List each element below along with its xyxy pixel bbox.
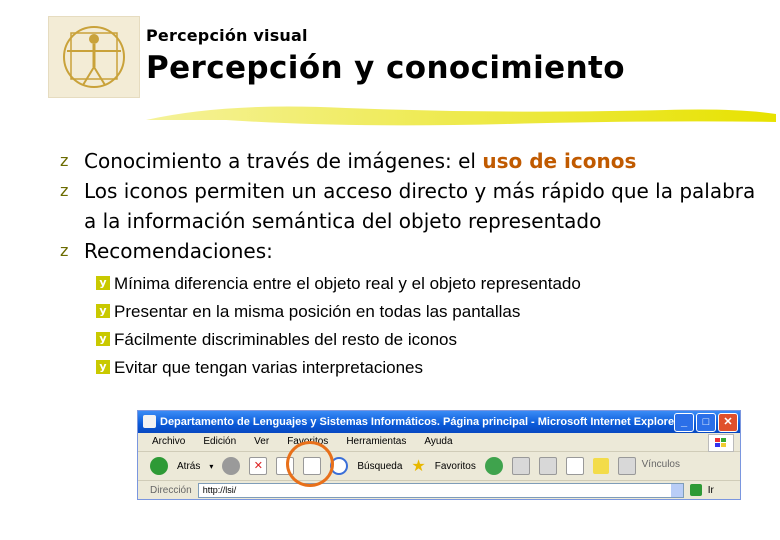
browser-screenshot: Departamento de Lenguajes y Sistemas Inf…	[137, 410, 741, 500]
browser-toolbar: Atrás ▾ ✕ Búsqueda ★ Favoritos Vínculos	[138, 452, 740, 481]
sub-bullet-marker: y	[96, 304, 110, 318]
browser-menu-bar: Archivo Edición Ver Favoritos Herramient…	[138, 433, 740, 452]
back-label[interactable]: Atrás	[177, 461, 200, 472]
vitruvian-logo	[48, 16, 140, 98]
sub-bullet-item: y Mínima diferencia entre el objeto real…	[60, 270, 770, 298]
favorites-star-icon[interactable]: ★	[411, 456, 425, 476]
menu-herramientas[interactable]: Herramientas	[346, 433, 406, 451]
links-label[interactable]: Vínculos	[642, 459, 680, 470]
bullet-text: Conocimiento a través de imágenes: el	[84, 149, 483, 173]
bullet-item: z Recomendaciones:	[60, 236, 770, 266]
ie-app-icon	[143, 415, 156, 428]
search-label[interactable]: Búsqueda	[357, 461, 402, 472]
folder-icon[interactable]	[592, 458, 609, 474]
bullet-list: z Conocimiento a través de imágenes: el …	[60, 146, 770, 382]
bullet-highlight: uso de iconos	[482, 149, 637, 173]
sub-bullet-marker: y	[96, 332, 110, 346]
sub-bullet-text: Fácilmente discriminables del resto de i…	[114, 330, 457, 349]
close-button[interactable]: ✕	[718, 413, 738, 432]
sub-bullet-marker: y	[96, 276, 110, 290]
sub-bullet-text: Presentar en la misma posición en todas …	[114, 302, 521, 321]
title-underline	[146, 106, 776, 126]
menu-archivo[interactable]: Archivo	[152, 433, 185, 451]
go-arrow-icon[interactable]	[689, 484, 702, 496]
mail-icon[interactable]	[511, 457, 530, 475]
windows-flag-icon	[708, 434, 734, 452]
window-controls: _ □ ✕	[674, 413, 738, 432]
highlight-circle	[286, 441, 334, 487]
address-input[interactable]: http://lsi/	[197, 482, 684, 498]
bullet-item: z Conocimiento a través de imágenes: el …	[60, 146, 770, 176]
slide-title: Percepción y conocimiento	[146, 50, 625, 86]
history-icon[interactable]	[484, 457, 503, 475]
edit-icon[interactable]	[565, 457, 584, 475]
sub-bullet-text: Evitar que tengan varias interpretacione…	[114, 358, 424, 377]
sub-bullet-text: Mínima diferencia entre el objeto real y…	[114, 274, 581, 293]
sub-bullet-item: y Presentar en la misma posición en toda…	[60, 298, 770, 326]
address-label: Dirección	[150, 484, 192, 496]
sub-bullet-item: y Fácilmente discriminables del resto de…	[60, 326, 770, 354]
bullet-marker: z	[60, 181, 69, 200]
browser-title-bar: Departamento de Lenguajes y Sistemas Inf…	[138, 411, 740, 433]
bullet-marker: z	[60, 241, 69, 260]
menu-edicion[interactable]: Edición	[203, 433, 236, 451]
bullet-item: z Los iconos permiten un acceso directo …	[60, 176, 770, 236]
favorites-label[interactable]: Favoritos	[435, 461, 476, 472]
back-dropdown-icon[interactable]: ▾	[209, 462, 213, 471]
menu-ver[interactable]: Ver	[254, 433, 269, 451]
go-label[interactable]: Ir	[708, 485, 714, 496]
address-dropdown-icon[interactable]	[670, 483, 683, 497]
stop-icon[interactable]: ✕	[249, 457, 268, 475]
back-arrow-icon[interactable]	[150, 457, 168, 475]
forward-arrow-icon[interactable]	[222, 457, 241, 475]
bullet-text: Recomendaciones:	[84, 239, 273, 263]
browser-title: Departamento de Lenguajes y Sistemas Inf…	[160, 416, 679, 428]
slide-kicker: Percepción visual	[146, 26, 308, 45]
sub-bullet-item: y Evitar que tengan varias interpretacio…	[60, 354, 770, 382]
maximize-button[interactable]: □	[696, 413, 716, 432]
messenger-icon[interactable]	[617, 457, 636, 475]
address-bar: Dirección http://lsi/ Ir	[138, 481, 740, 499]
address-value: http://lsi/	[202, 484, 237, 495]
minimize-button[interactable]: _	[674, 413, 694, 432]
bullet-text: Los iconos permiten un acceso directo y …	[84, 179, 756, 233]
print-icon[interactable]	[538, 457, 557, 475]
sub-bullet-marker: y	[96, 360, 110, 374]
menu-ayuda[interactable]: Ayuda	[424, 433, 452, 451]
bullet-marker: z	[60, 151, 69, 170]
